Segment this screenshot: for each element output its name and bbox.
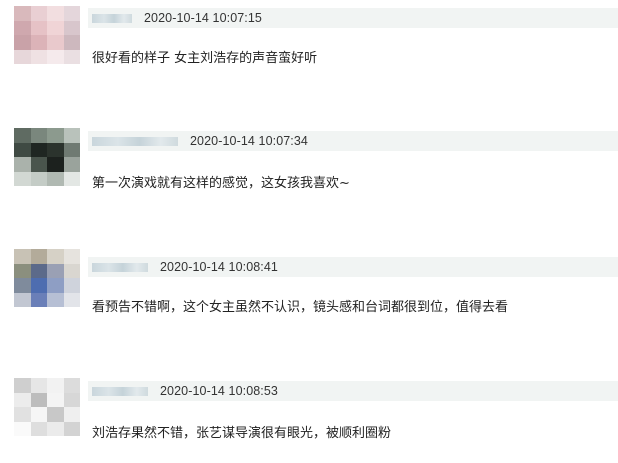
comment-timestamp: 2020-10-14 10:08:53: [160, 384, 278, 398]
avatar-mosaic-cell: [30, 20, 47, 35]
avatar-mosaic-cell: [30, 35, 47, 50]
avatar-mosaic-cell: [30, 6, 47, 21]
avatar-mosaic-cell: [30, 249, 47, 264]
avatar-mosaic-cell: [14, 421, 31, 436]
avatar-mosaic-cell: [14, 292, 31, 307]
avatar-mosaic-cell: [30, 392, 47, 407]
avatar-mosaic-cell: [63, 35, 80, 50]
username-blurred[interactable]: [92, 262, 148, 272]
comment-meta-bar: 2020-10-14 10:08:53: [88, 381, 618, 401]
avatar-mosaic-cell: [47, 142, 64, 157]
avatar-mosaic-cell: [14, 6, 31, 21]
comment-meta-bar: 2020-10-14 10:08:41: [88, 257, 618, 277]
comment-text: 刘浩存果然不错，张艺谋导演很有眼光，被顺利圈粉: [92, 426, 392, 441]
avatar-mosaic-cell: [14, 407, 31, 422]
comment-timestamp: 2020-10-14 10:07:34: [190, 134, 308, 148]
avatar-mosaic-cell: [47, 49, 64, 64]
avatar[interactable]: [14, 6, 80, 64]
avatar-mosaic-cell: [14, 142, 31, 157]
avatar-mosaic-cell: [14, 263, 31, 278]
avatar-mosaic-cell: [47, 20, 64, 35]
avatar-mosaic-cell: [63, 128, 80, 143]
avatar-mosaic-cell: [47, 421, 64, 436]
username-blurred[interactable]: [92, 386, 148, 396]
avatar-mosaic-cell: [47, 292, 64, 307]
avatar-mosaic-cell: [63, 421, 80, 436]
comment-timestamp: 2020-10-14 10:07:15: [144, 11, 262, 25]
avatar-mosaic-cell: [14, 128, 31, 143]
avatar-mosaic-cell: [30, 157, 47, 172]
avatar-mosaic-cell: [47, 6, 64, 21]
avatar-mosaic-cell: [47, 128, 64, 143]
comment-text: 很好看的样子 女主刘浩存的声音蛮好听: [92, 51, 318, 66]
avatar-mosaic-cell: [63, 6, 80, 21]
avatar-mosaic-cell: [30, 171, 47, 186]
avatar-mosaic-cell: [14, 278, 31, 293]
avatar-mosaic-cell: [47, 171, 64, 186]
avatar[interactable]: [14, 378, 80, 436]
avatar-mosaic-cell: [30, 378, 47, 393]
avatar-mosaic-cell: [63, 278, 80, 293]
avatar-mosaic-cell: [30, 263, 47, 278]
avatar-mosaic-cell: [63, 378, 80, 393]
avatar-mosaic-cell: [30, 278, 47, 293]
avatar-mosaic-cell: [14, 249, 31, 264]
avatar-mosaic-cell: [14, 392, 31, 407]
avatar-mosaic-cell: [63, 142, 80, 157]
avatar-mosaic-cell: [63, 249, 80, 264]
avatar-mosaic-cell: [63, 49, 80, 64]
avatar-mosaic-cell: [14, 157, 31, 172]
avatar-mosaic-cell: [47, 407, 64, 422]
comment-timestamp: 2020-10-14 10:08:41: [160, 260, 278, 274]
avatar-mosaic-cell: [14, 20, 31, 35]
comment-text: 看预告不错啊，这个女主虽然不认识，镜头感和台词都很到位，值得去看: [92, 300, 509, 315]
avatar-mosaic-cell: [14, 49, 31, 64]
avatar-mosaic-cell: [14, 378, 31, 393]
avatar-mosaic-cell: [63, 171, 80, 186]
avatar-mosaic-cell: [47, 278, 64, 293]
avatar-mosaic-cell: [47, 35, 64, 50]
avatar-mosaic-cell: [30, 128, 47, 143]
avatar-mosaic-cell: [63, 157, 80, 172]
avatar-mosaic-cell: [63, 20, 80, 35]
avatar[interactable]: [14, 128, 80, 186]
avatar-mosaic-cell: [63, 263, 80, 278]
avatar-mosaic-cell: [47, 263, 64, 278]
comment-meta-bar: 2020-10-14 10:07:15: [88, 8, 618, 28]
comment-meta-bar: 2020-10-14 10:07:34: [88, 131, 618, 151]
avatar-mosaic-cell: [63, 292, 80, 307]
avatar-mosaic-cell: [63, 407, 80, 422]
username-blurred[interactable]: [92, 136, 178, 146]
avatar[interactable]: [14, 249, 80, 307]
avatar-mosaic-cell: [63, 392, 80, 407]
comment-text: 第一次演戏就有这样的感觉，这女孩我喜欢~: [92, 176, 350, 191]
avatar-mosaic-cell: [47, 157, 64, 172]
avatar-mosaic-cell: [47, 392, 64, 407]
avatar-mosaic-cell: [30, 407, 47, 422]
avatar-mosaic-cell: [30, 142, 47, 157]
avatar-mosaic-cell: [30, 292, 47, 307]
avatar-mosaic-cell: [14, 171, 31, 186]
avatar-mosaic-cell: [47, 249, 64, 264]
avatar-mosaic-cell: [47, 378, 64, 393]
username-blurred[interactable]: [92, 13, 132, 23]
avatar-mosaic-cell: [30, 49, 47, 64]
avatar-mosaic-cell: [30, 421, 47, 436]
avatar-mosaic-cell: [14, 35, 31, 50]
